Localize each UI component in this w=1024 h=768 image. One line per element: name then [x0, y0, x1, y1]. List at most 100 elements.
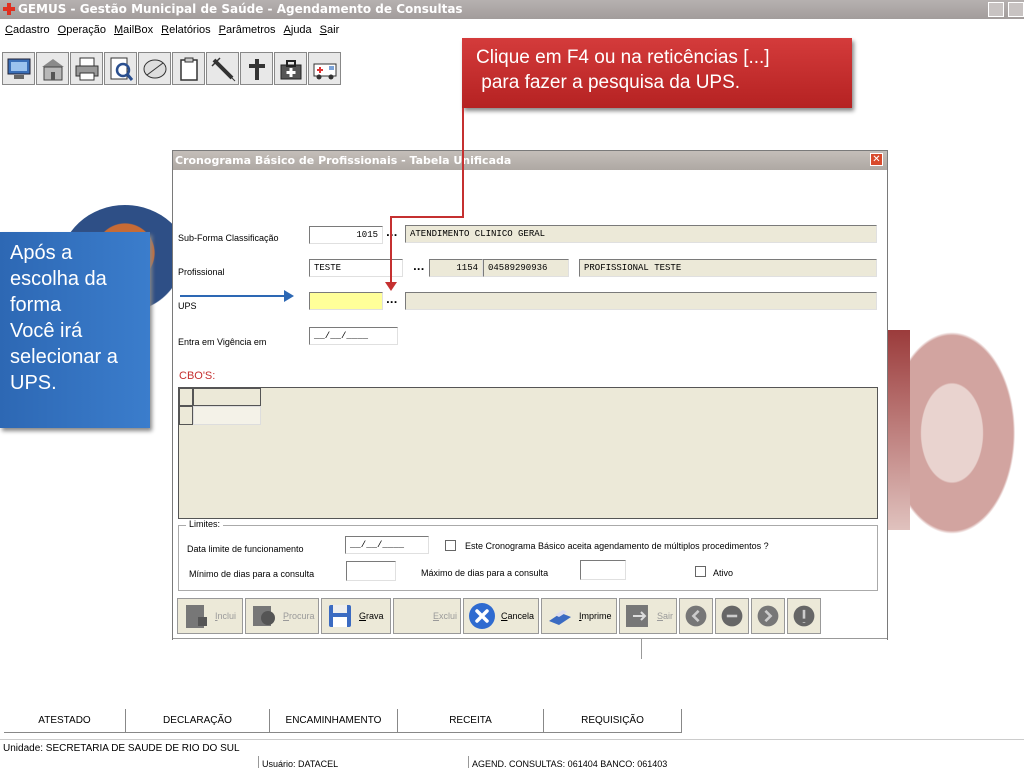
callout-f4-hint: Clique em F4 ou na reticências [...] par…	[462, 38, 852, 108]
next-record-button[interactable]	[751, 598, 785, 634]
menu-ajuda[interactable]: Ajuda	[279, 22, 315, 40]
ups-lookup-button[interactable]: ...	[386, 295, 397, 306]
callout-left-line4: Você irá	[10, 320, 83, 342]
tab-requisicao[interactable]: REQUISIÇÃO	[544, 709, 682, 733]
profissional-lookup-button[interactable]: ...	[413, 262, 424, 273]
unidade-status: Unidade: SECRETARIA DE SAUDE DE RIO DO S…	[0, 739, 1024, 756]
pill-icon[interactable]	[138, 52, 171, 85]
prev-record-button[interactable]	[715, 598, 749, 634]
callout-connector-v2	[390, 216, 392, 286]
monitor-icon[interactable]	[2, 52, 35, 85]
callout-left-line3: forma	[10, 294, 62, 316]
tab-declaracao[interactable]: DECLARAÇÃO	[126, 709, 270, 733]
cbo-label: CBO'S:	[179, 370, 216, 382]
multiplos-checkbox[interactable]	[445, 540, 456, 551]
tab-encaminhamento[interactable]: ENCAMINHAMENTO	[270, 709, 398, 733]
window-title: GEMUS - Gestão Municipal de Saúde - Agen…	[18, 2, 463, 16]
dialog-title: Cronograma Básico de Profissionais - Tab…	[175, 154, 512, 167]
dialog-title-bar: Cronograma Básico de Profissionais - Tab…	[173, 151, 887, 170]
sub-forma-desc-field: ATENDIMENTO CLINICO GERAL	[405, 225, 877, 243]
first-record-button[interactable]	[679, 598, 713, 634]
exclui-button[interactable]: Exclui	[393, 598, 461, 634]
minimo-field[interactable]	[346, 561, 396, 581]
window-title-bar: GEMUS - Gestão Municipal de Saúde - Agen…	[0, 0, 1024, 19]
building-icon[interactable]	[36, 52, 69, 85]
search-doc-icon[interactable]	[104, 52, 137, 85]
imprime-button[interactable]: Imprime	[541, 598, 617, 634]
data-limite-field[interactable]: __/__/____	[345, 536, 429, 554]
menu-operacao[interactable]: Operação	[53, 22, 109, 40]
grid-row-indicator	[179, 406, 193, 425]
cancel-icon	[469, 603, 495, 629]
last-icon	[793, 605, 815, 627]
procura-icon	[253, 606, 275, 626]
minimize-button[interactable]	[988, 2, 1004, 17]
menu-parametros[interactable]: Parâmetros	[214, 22, 279, 40]
printer-icon[interactable]	[70, 52, 103, 85]
menu-sair[interactable]: Sair	[315, 22, 343, 40]
sair-button[interactable]: Sair	[619, 598, 677, 634]
toolbar	[2, 52, 341, 85]
minimo-label: Mínimo de dias para a consulta	[189, 569, 315, 579]
ambulance-icon[interactable]	[308, 52, 341, 85]
callout-ups-hint: Após a escolha da forma Você irá selecio…	[0, 232, 150, 428]
callout-left-line2: escolha da	[10, 268, 107, 290]
multiplos-label: Este Cronograma Básico aceita agendament…	[465, 541, 769, 551]
callout-connector-v1	[462, 108, 464, 218]
first-icon	[685, 605, 707, 627]
maximo-label: Máximo de dias para a consulta	[421, 568, 549, 578]
profissional-label: Profissional	[178, 267, 225, 277]
ups-code-field[interactable]	[309, 292, 383, 310]
grid-cell[interactable]	[193, 406, 261, 425]
cross-icon[interactable]	[240, 52, 273, 85]
medical-bag-icon[interactable]	[274, 52, 307, 85]
menu-cadastro[interactable]: Cadastro	[0, 22, 53, 40]
prev-icon	[721, 605, 743, 627]
sub-forma-label: Sub-Forma Classificação	[178, 233, 279, 243]
cbo-grid[interactable]	[178, 387, 878, 519]
print-icon	[549, 610, 571, 625]
close-icon[interactable]: ✕	[870, 153, 883, 166]
callout-top-line1: Clique em F4 ou na reticências [...]	[476, 47, 770, 68]
limites-group: Limites: Data limite de funcionamento __…	[178, 519, 878, 591]
profissional-field[interactable]: TESTE	[309, 259, 403, 277]
callout-left-line5: selecionar a	[10, 346, 118, 368]
app-cross-icon	[3, 3, 15, 15]
menu-mailbox[interactable]: MailBox	[109, 22, 156, 40]
menu-relatorios[interactable]: Relatórios	[156, 22, 214, 40]
sub-forma-code-field[interactable]: 1015	[309, 226, 383, 244]
menu-bar: Cadastro Operação MailBox Relatórios Par…	[0, 22, 342, 40]
maximo-field[interactable]	[580, 560, 626, 580]
grava-button[interactable]: Grava	[321, 598, 391, 634]
exit-icon	[625, 605, 648, 627]
blue-arrow	[180, 290, 294, 302]
ups-desc-field	[405, 292, 877, 310]
maximize-button[interactable]	[1008, 2, 1024, 17]
cancela-button[interactable]: Cancela	[463, 598, 539, 634]
bottom-status-bar: Usuário: DATACEL AGEND. CONSULTAS: 06140…	[0, 756, 1024, 768]
ativo-checkbox[interactable]	[695, 566, 706, 577]
agend-status: AGEND. CONSULTAS: 061404 BANCO: 061403	[468, 756, 868, 768]
profissional-code-field: 1154	[429, 259, 483, 277]
decorative-photo-strip	[886, 330, 910, 530]
tab-receita[interactable]: RECEITA	[398, 709, 544, 733]
vigencia-label: Entra em Vigência em	[178, 337, 267, 347]
profissional-name-field: PROFISSIONAL TESTE	[579, 259, 877, 277]
procura-button[interactable]: Procura	[245, 598, 319, 634]
tab-atestado[interactable]: ATESTADO	[4, 709, 126, 733]
data-limite-label: Data limite de funcionamento	[187, 544, 304, 554]
grid-corner-cell	[179, 388, 193, 406]
ativo-label: Ativo	[713, 568, 734, 578]
usuario-status: Usuário: DATACEL	[258, 756, 468, 768]
clipboard-icon[interactable]	[172, 52, 205, 85]
document-tabs: ATESTADO DECLARAÇÃO ENCAMINHAMENTO RECEI…	[4, 709, 682, 733]
last-record-button[interactable]	[787, 598, 821, 634]
callout-top-line2: para fazer a pesquisa da UPS.	[476, 72, 741, 93]
callout-arrowhead	[385, 282, 397, 291]
syringe-icon[interactable]	[206, 52, 239, 85]
dialog-button-bar: Inclui Procura Grava Exclui Cancela Impr…	[177, 598, 821, 634]
save-icon	[329, 605, 351, 627]
inclui-button[interactable]: Inclui	[177, 598, 243, 634]
vigencia-date-field[interactable]: __/__/____	[309, 327, 398, 345]
inclui-icon	[186, 605, 207, 628]
